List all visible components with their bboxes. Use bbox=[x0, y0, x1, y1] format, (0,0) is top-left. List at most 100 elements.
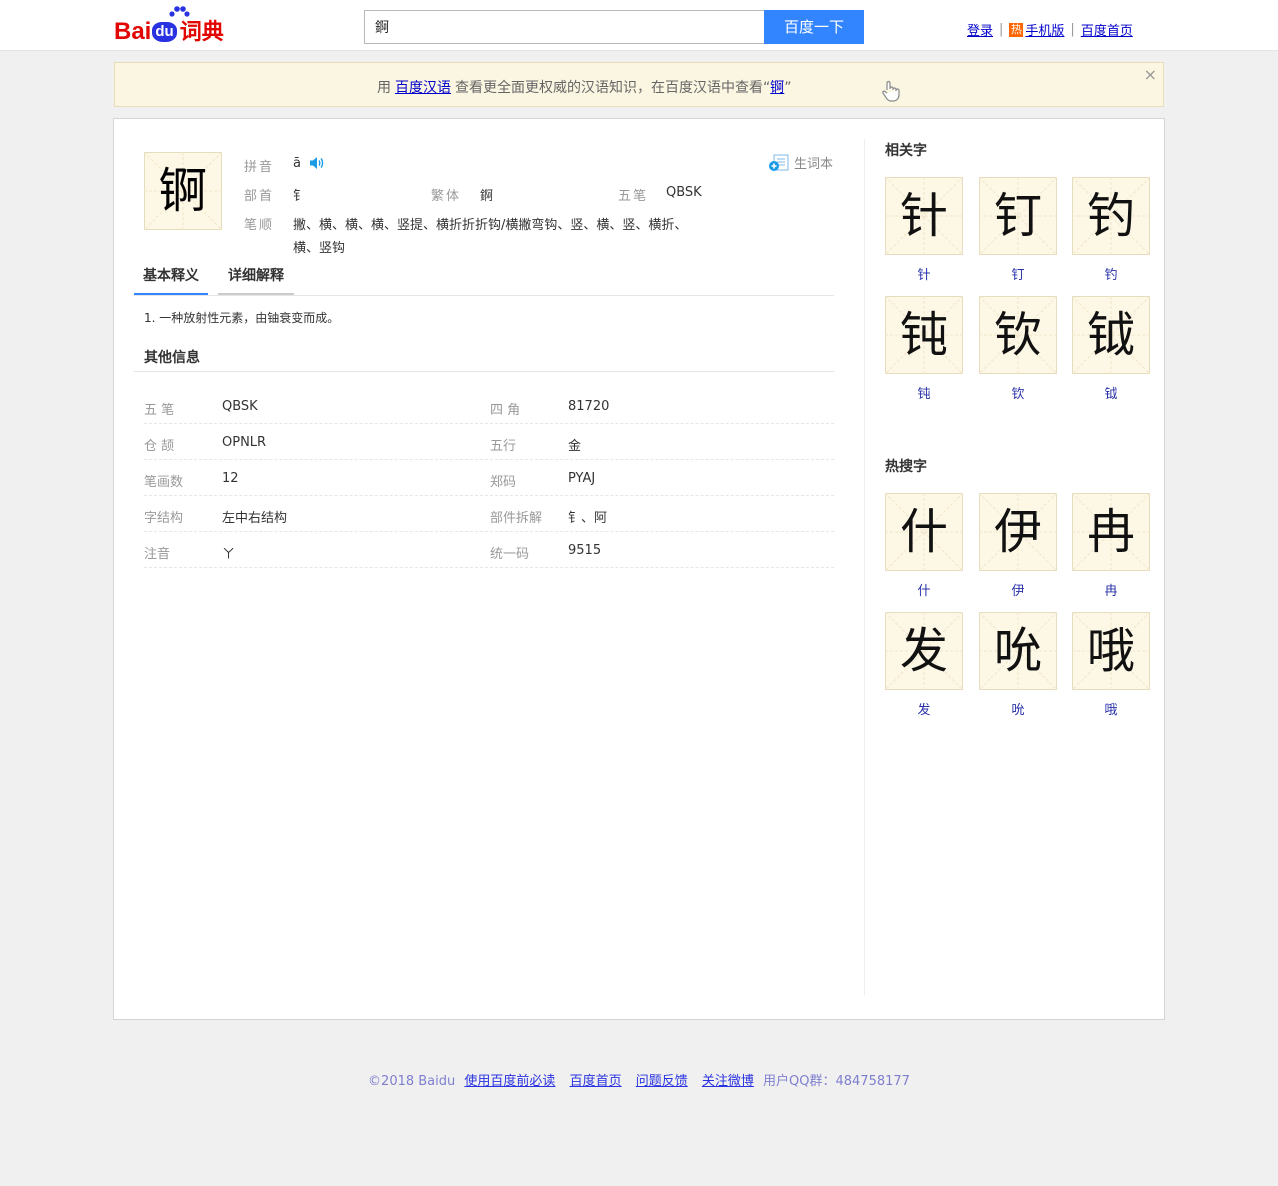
char-grid-box[interactable]: 什 bbox=[885, 493, 963, 571]
related-char-card[interactable]: 钺钺 bbox=[1072, 296, 1150, 402]
char-glyph: 钉 bbox=[993, 188, 1042, 244]
separator: | bbox=[1070, 22, 1075, 37]
info-label: 统一码 bbox=[490, 547, 530, 562]
related-char-card[interactable]: 钦钦 bbox=[979, 296, 1057, 402]
wubi-label: 五笔 bbox=[618, 189, 649, 204]
traditional-value: 錒 bbox=[480, 189, 494, 204]
info-value: 9515 bbox=[568, 543, 602, 558]
char-link[interactable]: 吮 bbox=[979, 699, 1057, 718]
hot-char-card[interactable]: 吮吮 bbox=[979, 612, 1057, 718]
char-grid-box[interactable]: 钉 bbox=[979, 177, 1057, 255]
hot-char-card[interactable]: 哦哦 bbox=[1072, 612, 1150, 718]
footer-link-feedback[interactable]: 问题反馈 bbox=[636, 1074, 688, 1089]
char-grid-box[interactable]: 钦 bbox=[979, 296, 1057, 374]
char-link[interactable]: 钺 bbox=[1072, 383, 1150, 402]
vocab-book-button[interactable]: 生词本 bbox=[768, 153, 833, 172]
char-link[interactable]: 哦 bbox=[1072, 699, 1150, 718]
banner-suffix: ” bbox=[784, 80, 792, 96]
other-info-title: 其他信息 bbox=[144, 350, 200, 366]
search-input[interactable]: 錒 bbox=[364, 10, 764, 44]
info-label: 五 笔 bbox=[144, 403, 175, 418]
footer-link-weibo[interactable]: 关注微博 bbox=[702, 1074, 754, 1089]
baidu-logo[interactable]: Bai du 词典 bbox=[114, 6, 224, 46]
char-link[interactable]: 发 bbox=[885, 699, 963, 718]
char-link[interactable]: 钝 bbox=[885, 383, 963, 402]
pinyin-label: 拼音 bbox=[244, 160, 275, 175]
char-glyph: 冉 bbox=[1086, 504, 1135, 560]
related-char-card[interactable]: 钓钓 bbox=[1072, 177, 1150, 283]
hot-badge-icon: 热 bbox=[1009, 22, 1024, 37]
hot-chars-title: 热搜字 bbox=[885, 459, 927, 475]
column-divider bbox=[864, 139, 865, 995]
related-char-card[interactable]: 钉钉 bbox=[979, 177, 1057, 283]
info-label: 五行 bbox=[490, 439, 517, 454]
footer: ©2018 Baidu 使用百度前必读 百度首页 问题反馈 关注微博 用户QQ群… bbox=[0, 1070, 1278, 1089]
char-link[interactable]: 针 bbox=[885, 264, 963, 283]
info-value: OPNLR bbox=[222, 435, 267, 450]
char-grid-box[interactable]: 冉 bbox=[1072, 493, 1150, 571]
info-value: 12 bbox=[222, 471, 239, 486]
info-label: 部件拆解 bbox=[490, 511, 543, 526]
search-button[interactable]: 百度一下 bbox=[764, 10, 864, 44]
logo-bai: Bai bbox=[114, 18, 152, 45]
char-glyph: 钦 bbox=[993, 307, 1042, 363]
table-row: 注音 ㄚ 统一码 9515 bbox=[144, 531, 834, 568]
char-grid-box[interactable]: 针 bbox=[885, 177, 963, 255]
info-value: 左中右结构 bbox=[222, 511, 288, 526]
speaker-icon[interactable] bbox=[309, 156, 325, 170]
char-grid-box[interactable]: 钓 bbox=[1072, 177, 1150, 255]
baidu-home-link[interactable]: 百度首页 bbox=[1081, 20, 1133, 39]
info-label: 四 角 bbox=[490, 403, 521, 418]
footer-link-home[interactable]: 百度首页 bbox=[570, 1074, 622, 1089]
char-grid-box[interactable]: 伊 bbox=[979, 493, 1057, 571]
char-grid-box[interactable]: 哦 bbox=[1072, 612, 1150, 690]
char-link[interactable]: 钦 bbox=[979, 383, 1057, 402]
character-link[interactable]: 锕 bbox=[770, 80, 784, 96]
char-grid-box[interactable]: 钝 bbox=[885, 296, 963, 374]
vocab-label: 生词本 bbox=[794, 157, 834, 172]
add-vocab-icon bbox=[769, 154, 789, 171]
banner-text: 用百度汉语 查看更全面更权威的汉语知识，在百度汉语中查看“锕” bbox=[377, 77, 792, 97]
paw-icon bbox=[169, 6, 190, 17]
char-link[interactable]: 伊 bbox=[979, 580, 1057, 599]
banner-prefix: 用 bbox=[377, 80, 391, 96]
char-glyph: 钺 bbox=[1086, 307, 1135, 363]
hot-char-card[interactable]: 发发 bbox=[885, 612, 963, 718]
related-char-card[interactable]: 针针 bbox=[885, 177, 963, 283]
char-grid-box[interactable]: 吮 bbox=[979, 612, 1057, 690]
wubi-value: QBSK bbox=[666, 185, 702, 200]
mobile-link[interactable]: 手机版 bbox=[1025, 20, 1064, 39]
table-row: 笔画数 12 郑码 PYAJ bbox=[144, 459, 834, 496]
notice-banner: 用百度汉语 查看更全面更权威的汉语知识，在百度汉语中查看“锕” × bbox=[114, 62, 1164, 107]
char-grid-box[interactable]: 发 bbox=[885, 612, 963, 690]
char-grid-box[interactable]: 钺 bbox=[1072, 296, 1150, 374]
hot-char-card[interactable]: 伊伊 bbox=[979, 493, 1057, 599]
hot-char-card[interactable]: 什什 bbox=[885, 493, 963, 599]
traditional-label: 繁体 bbox=[431, 189, 462, 204]
radical-label: 部首 bbox=[244, 189, 275, 204]
char-link[interactable]: 钉 bbox=[979, 264, 1057, 283]
copyright: ©2018 Baidu bbox=[368, 1074, 456, 1089]
tab-bar: 基本释义 详细解释 bbox=[134, 265, 834, 296]
char-link[interactable]: 冉 bbox=[1072, 580, 1150, 599]
main-panel: 锕 拼音 ā 部首 钅 繁体 錒 五笔 QBSK 笔顺 撇、横、横、横、竖提、横… bbox=[113, 118, 1165, 1020]
tab-basic-definition[interactable]: 基本释义 bbox=[134, 265, 208, 295]
char-link[interactable]: 什 bbox=[885, 580, 963, 599]
close-icon[interactable]: × bbox=[1144, 65, 1157, 84]
info-label: 笔画数 bbox=[144, 475, 184, 490]
tab-detailed-definition[interactable]: 详细解释 bbox=[218, 265, 294, 295]
baidu-hanyu-link[interactable]: 百度汉语 bbox=[395, 80, 451, 96]
main-character: 锕 bbox=[158, 163, 207, 219]
info-value: 81720 bbox=[568, 399, 610, 414]
char-link[interactable]: 钓 bbox=[1072, 264, 1150, 283]
char-glyph: 吮 bbox=[993, 623, 1042, 679]
separator: | bbox=[999, 22, 1004, 37]
footer-link-terms[interactable]: 使用百度前必读 bbox=[464, 1074, 555, 1089]
related-char-card[interactable]: 钝钝 bbox=[885, 296, 963, 402]
hot-char-card[interactable]: 冉冉 bbox=[1072, 493, 1150, 599]
strokes-line1: 撇、横、横、横、竖提、横折折折钩/横撇弯钩、竖、横、竖、横折、 bbox=[293, 218, 688, 233]
char-glyph: 钓 bbox=[1086, 188, 1135, 244]
char-glyph: 钝 bbox=[899, 307, 948, 363]
table-row: 仓 颉 OPNLR 五行 金 bbox=[144, 423, 834, 460]
login-link[interactable]: 登录 bbox=[967, 20, 993, 39]
